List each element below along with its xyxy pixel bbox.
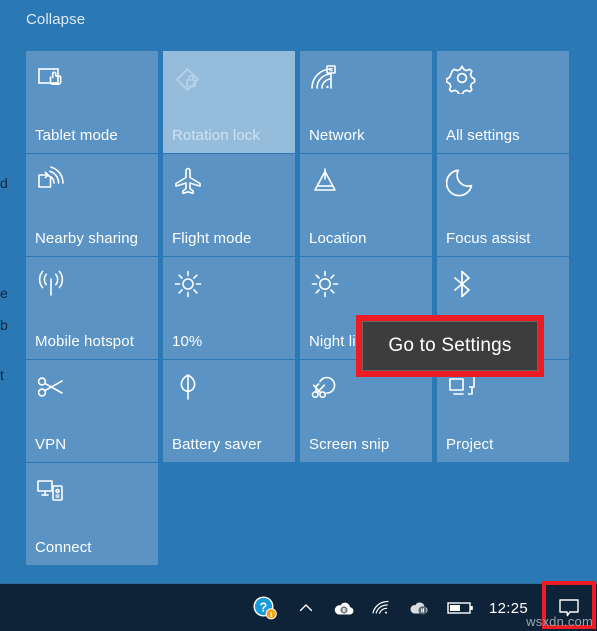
quick-action-label: VPN: [35, 436, 67, 453]
action-center-icon: [557, 597, 581, 619]
clock[interactable]: 12:25: [483, 584, 540, 631]
action-center-button[interactable]: [540, 584, 597, 631]
quick-action-label: Connect: [35, 539, 92, 556]
quick-action-battery-saver[interactable]: Battery saver: [163, 360, 295, 462]
quick-action-connect[interactable]: Connect: [26, 463, 158, 565]
quick-action-label: Mobile hotspot: [35, 333, 134, 350]
quick-action-label: Flight mode: [172, 230, 252, 247]
vpn-icon: [35, 371, 67, 403]
onedrive-paused-icon: [333, 599, 355, 617]
background-text-fragment: e: [0, 286, 8, 300]
quick-action-label: 10%: [172, 333, 203, 350]
nearby-sharing-icon: [35, 165, 67, 197]
quick-action-all-settings[interactable]: All settings: [437, 51, 569, 153]
collapse-row: Collapse: [26, 5, 85, 33]
quick-action-label: All settings: [446, 127, 520, 144]
help-icon: ? i: [252, 595, 278, 621]
battery-icon: [447, 600, 475, 616]
leaf-icon: [172, 371, 204, 403]
quick-action-focus-assist[interactable]: Focus assist: [437, 154, 569, 256]
quick-action-nearby-sharing[interactable]: Nearby sharing: [26, 154, 158, 256]
tooltip-highlight-box: Go to Settings: [356, 315, 544, 377]
quick-action-label: Location: [309, 230, 367, 247]
cloud-paused-icon: [409, 599, 431, 617]
background-text-fragment: d: [0, 176, 8, 190]
tablet-mode-icon: [35, 62, 67, 94]
quick-action-label: Screen snip: [309, 436, 390, 453]
moon-icon: [446, 165, 478, 197]
connect-icon: [35, 474, 67, 506]
show-hidden-icons-chevron-icon: [297, 599, 315, 617]
collapse-button[interactable]: Collapse: [26, 11, 85, 28]
quick-action-rotation-lock[interactable]: Rotation lock: [163, 51, 295, 153]
quick-action-label: Nearby sharing: [35, 230, 139, 247]
wifi-icon: [371, 599, 393, 617]
quick-action-label: Focus assist: [446, 230, 531, 247]
cloud-tray-button[interactable]: [401, 584, 439, 631]
network-icon: [309, 62, 341, 94]
rotation-lock-icon: [172, 62, 204, 94]
background-text-fragment: b: [0, 318, 8, 332]
quick-action-tablet-mode[interactable]: Tablet mode: [26, 51, 158, 153]
background-text-fragment: t: [0, 368, 4, 382]
airplane-icon: [172, 165, 204, 197]
quick-action-flight-mode[interactable]: Flight mode: [163, 154, 295, 256]
screen-snip-icon: [309, 371, 341, 403]
sun-icon: [309, 268, 341, 300]
action-center-panel: Collapse d e b t Tablet mode Rotation lo…: [0, 0, 597, 583]
quick-action-label: Network: [309, 127, 365, 144]
quick-action-label: Tablet mode: [35, 127, 118, 144]
grid-empty-cell: [437, 463, 569, 565]
taskbar: ? i 12:25: [0, 581, 597, 631]
grid-empty-cell: [163, 463, 295, 565]
quick-action-mobile-hotspot[interactable]: Mobile hotspot: [26, 257, 158, 359]
go-to-settings-tooltip: Go to Settings: [362, 321, 538, 371]
brightness-icon: [172, 268, 204, 300]
action-center-tray-wrap: [540, 581, 597, 631]
tray-help-button[interactable]: ? i: [243, 584, 287, 631]
gear-icon: [446, 62, 478, 94]
system-tray: ? i 12:25: [243, 581, 597, 631]
show-hidden-icons-button[interactable]: [287, 584, 325, 631]
quick-action-vpn[interactable]: VPN: [26, 360, 158, 462]
onedrive-tray-button[interactable]: [325, 584, 363, 631]
wifi-tray-button[interactable]: [363, 584, 401, 631]
battery-tray-button[interactable]: [439, 584, 483, 631]
bluetooth-icon: [446, 268, 478, 300]
quick-action-network[interactable]: Network: [300, 51, 432, 153]
grid-empty-cell: [300, 463, 432, 565]
quick-action-label: Rotation lock: [172, 127, 261, 144]
quick-action-brightness[interactable]: 10%: [163, 257, 295, 359]
svg-text:i: i: [270, 610, 272, 619]
screen: Collapse d e b t Tablet mode Rotation lo…: [0, 0, 597, 631]
quick-action-label: Project: [446, 436, 494, 453]
quick-action-label: Battery saver: [172, 436, 262, 453]
quick-actions-grid: Tablet mode Rotation lock Network All se…: [26, 51, 572, 565]
quick-action-location[interactable]: Location: [300, 154, 432, 256]
location-icon: [309, 165, 341, 197]
hotspot-icon: [35, 268, 67, 300]
